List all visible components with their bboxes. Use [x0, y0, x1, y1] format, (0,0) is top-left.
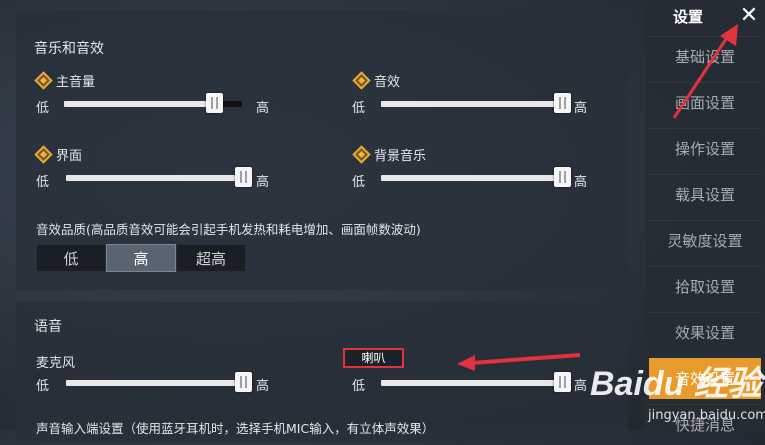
bgm-slider[interactable] [381, 167, 571, 187]
audio-quality-selector: 低 高 超高 [36, 244, 246, 272]
quality-ultra-button[interactable]: 超高 [176, 244, 246, 272]
watermark-url: jingyan.baidu.com [648, 408, 765, 423]
watermark-brand: Baidu 经验 [590, 365, 762, 403]
sfx-low-label: 低 [352, 101, 366, 116]
sfx-slider[interactable] [381, 93, 571, 113]
interface-thumb[interactable] [235, 167, 252, 187]
annotation-arrow-left-icon [457, 353, 581, 371]
sidebar-item-effects[interactable]: 效果设置 [649, 312, 761, 353]
quality-low-button[interactable]: 低 [36, 244, 106, 272]
bgm-high-label: 高 [574, 175, 588, 190]
sfx-label: 音效 [374, 75, 401, 90]
audio-section-title: 音乐和音效 [34, 41, 104, 57]
master-volume-thumb[interactable] [205, 93, 223, 113]
speaker-thumb[interactable] [554, 372, 571, 392]
speaker-slider[interactable] [381, 372, 571, 392]
speaker-label-box[interactable]: 喇叭 [343, 348, 404, 368]
speaker-high-label: 高 [574, 379, 588, 394]
bgm-thumb[interactable] [554, 167, 571, 187]
interface-low-label: 低 [36, 175, 50, 190]
speaker-low-label: 低 [352, 379, 366, 394]
voice-section-title: 语音 [34, 319, 62, 335]
master-volume-slider[interactable] [64, 93, 242, 113]
annotation-arrow-up-icon [672, 24, 738, 119]
sfx-high-label: 高 [574, 101, 588, 116]
master-volume-low-label: 低 [36, 101, 50, 116]
sidebar-item-sensitivity[interactable]: 灵敏度设置 [649, 220, 761, 261]
bgm-low-label: 低 [352, 175, 366, 190]
mic-slider[interactable] [66, 372, 252, 392]
interface-high-label: 高 [256, 175, 270, 190]
mic-low-label: 低 [36, 379, 50, 394]
quality-high-button[interactable]: 高 [106, 244, 176, 272]
mic-thumb[interactable] [235, 372, 252, 392]
audio-quality-title: 音效品质(高品质音效可能会引起手机发热和耗电增加、画面帧数波动) [36, 222, 421, 237]
sidebar-item-pickup[interactable]: 拾取设置 [649, 266, 761, 307]
sidebar-item-controls[interactable]: 操作设置 [649, 128, 761, 169]
voice-input-note: 声音输入端设置（使用蓝牙耳机时，选择手机MIC输入，有立体声效果） [36, 421, 435, 436]
master-volume-label: 主音量 [56, 75, 96, 90]
interface-label: 界面 [56, 149, 83, 164]
interface-slider[interactable] [66, 167, 252, 187]
mic-label: 麦克风 [36, 356, 76, 371]
bgm-label: 背景音乐 [374, 149, 427, 164]
speaker-label: 喇叭 [361, 351, 386, 365]
sidebar-item-vehicle[interactable]: 载具设置 [649, 174, 761, 215]
master-volume-high-label: 高 [256, 101, 270, 116]
sfx-thumb[interactable] [554, 93, 571, 113]
mic-high-label: 高 [256, 379, 270, 394]
